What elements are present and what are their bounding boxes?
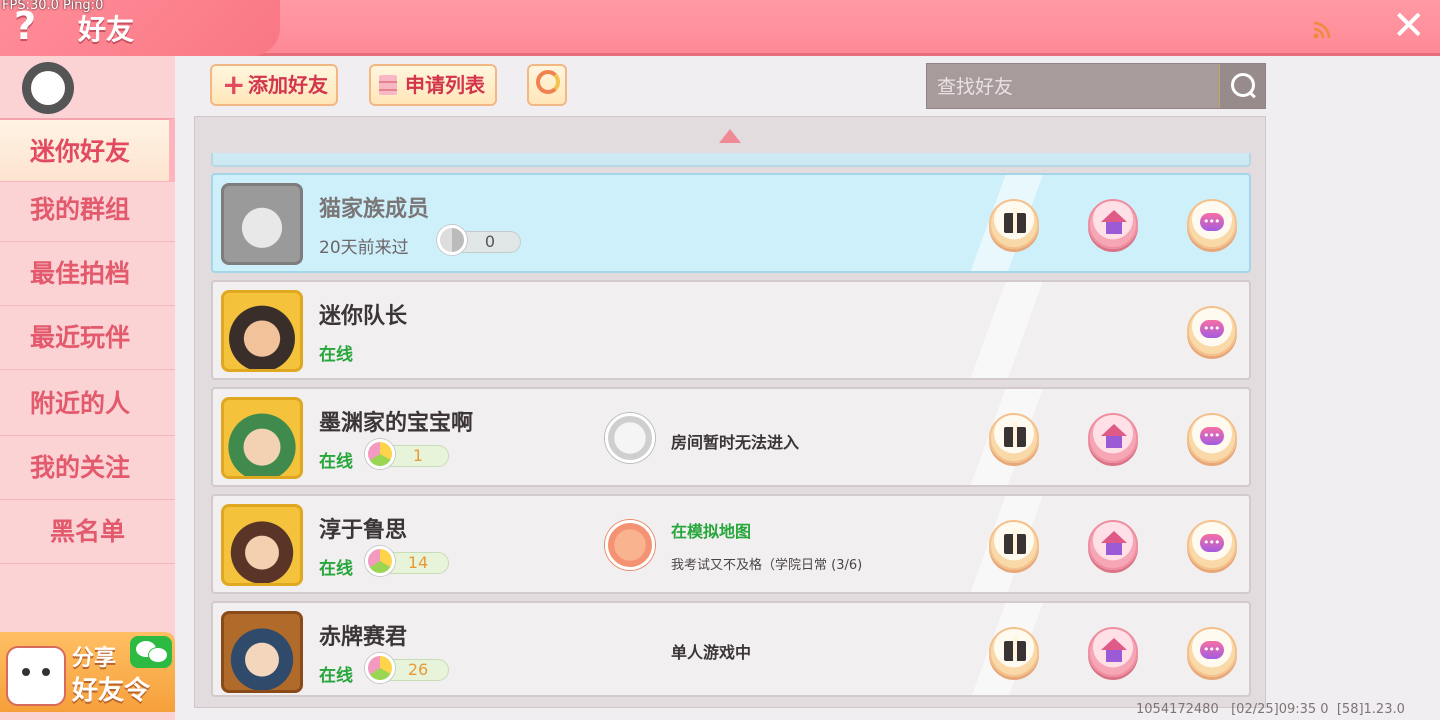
request-list-button[interactable]: 申请列表 (369, 64, 497, 106)
house-icon (1101, 638, 1127, 662)
level-badge-icon (365, 439, 395, 469)
chat-icon (1200, 641, 1224, 659)
chat-button[interactable] (1187, 306, 1237, 356)
page-title: 好友 (78, 13, 135, 46)
room-detail: 我考试又不及格（学院日常 (3/6) (671, 558, 863, 573)
chat-icon (1200, 427, 1224, 445)
share-friend-code-banner[interactable]: 分享 好友令 (0, 632, 175, 712)
gift-icon (1004, 636, 1026, 661)
room-status: 在模拟地图 (671, 522, 752, 541)
enter-room-icon[interactable] (605, 413, 655, 463)
row-decoration (931, 282, 1081, 378)
friend-list-panel[interactable]: 猫家族成员 20天前来过 0 迷你队长 在线 墨渊家的宝宝啊 在线 1 房间暂时… (194, 116, 1266, 708)
search-bar (926, 63, 1266, 109)
friend-name: 迷你队长 (319, 304, 408, 329)
friend-status: 在线 (319, 452, 353, 472)
build-info: 1054172480 [02/25]09:35 0 [58]1.23.0 (1136, 702, 1405, 717)
chat-button[interactable] (1187, 520, 1237, 570)
request-list-label: 申请列表 (405, 73, 485, 97)
friend-row[interactable]: 墨渊家的宝宝啊 在线 1 房间暂时无法进入 (211, 387, 1251, 487)
friend-avatar[interactable] (221, 183, 303, 265)
map-room-icon[interactable] (605, 520, 655, 570)
friend-code-label: 好友令 (72, 676, 151, 706)
header-bar: ? 好友 FPS:30.0 Ping:0 ✕ (0, 0, 1440, 56)
house-icon (1101, 531, 1127, 555)
add-friend-button[interactable]: + 添加好友 (210, 64, 338, 106)
friend-name: 淳于鲁思 (319, 518, 408, 543)
sidebar-item-following[interactable]: 我的关注 (0, 436, 175, 500)
list-icon (379, 75, 397, 95)
search-icon[interactable] (1219, 64, 1265, 108)
chat-icon (1200, 213, 1224, 231)
plus-icon: + (222, 68, 246, 101)
sidebar: 迷你好友 我的群组 最佳拍档 最近玩伴 附近的人 我的关注 黑名单 (0, 56, 175, 720)
friend-avatar[interactable] (221, 611, 303, 693)
refresh-icon (536, 70, 560, 94)
chat-icon (1200, 320, 1224, 338)
friend-name: 猫家族成员 (319, 197, 430, 222)
friend-name: 墨渊家的宝宝啊 (319, 411, 474, 436)
sidebar-item-nearby[interactable]: 附近的人 (0, 372, 175, 436)
room-status: 房间暂时无法进入 (671, 433, 800, 452)
friend-row[interactable]: 猫家族成员 20天前来过 0 (211, 173, 1251, 273)
visit-home-button[interactable] (1088, 520, 1138, 570)
sidebar-item-my-groups[interactable]: 我的群组 (0, 178, 175, 242)
add-friend-label: 添加好友 (248, 73, 328, 97)
friend-avatar[interactable] (221, 504, 303, 586)
friend-row[interactable]: 淳于鲁思 在线 14 在模拟地图 我考试又不及格（学院日常 (3/6) (211, 494, 1251, 594)
level-badge-icon (365, 653, 395, 683)
chat-button[interactable] (1187, 413, 1237, 463)
user-avatar[interactable] (22, 62, 74, 114)
gift-button[interactable] (989, 520, 1039, 570)
friend-avatar[interactable] (221, 397, 303, 479)
gift-button[interactable] (989, 413, 1039, 463)
friend-status: 在线 (319, 559, 353, 579)
sidebar-item-blacklist[interactable]: 黑名单 (0, 500, 175, 564)
sidebar-item-best-partners[interactable]: 最佳拍档 (0, 242, 175, 306)
gift-icon (1004, 422, 1026, 447)
friend-row[interactable]: 赤牌赛君 在线 26 单人游戏中 (211, 601, 1251, 697)
sidebar-item-recent-players[interactable]: 最近玩伴 (0, 306, 175, 370)
gift-button[interactable] (989, 199, 1039, 249)
close-icon[interactable]: ✕ (1392, 6, 1426, 46)
search-input[interactable] (935, 74, 1219, 100)
mascot-icon (6, 646, 66, 706)
sidebar-item-mini-friends[interactable]: 迷你好友 (0, 118, 175, 182)
chat-icon (1200, 534, 1224, 552)
friend-row[interactable]: 迷你队长 在线 (211, 280, 1251, 380)
gift-icon (1004, 529, 1026, 554)
visit-home-button[interactable] (1088, 199, 1138, 249)
signal-icon (1313, 21, 1331, 39)
friend-status: 在线 (319, 666, 353, 686)
share-label: 分享 (72, 646, 117, 671)
house-icon (1101, 424, 1127, 448)
level-badge-icon (365, 546, 395, 576)
friend-status: 在线 (319, 345, 353, 365)
friend-name: 赤牌赛君 (319, 625, 408, 650)
chat-button[interactable] (1187, 199, 1237, 249)
gift-button[interactable] (989, 627, 1039, 677)
chat-button[interactable] (1187, 627, 1237, 677)
room-status: 单人游戏中 (671, 643, 752, 662)
refresh-button[interactable] (527, 64, 567, 106)
wechat-icon (130, 636, 172, 668)
friend-avatar[interactable] (221, 290, 303, 372)
list-item-partial (211, 153, 1251, 167)
house-icon (1101, 210, 1127, 234)
friend-status: 20天前来过 (319, 238, 409, 258)
visit-home-button[interactable] (1088, 627, 1138, 677)
gift-icon (1004, 208, 1026, 233)
scroll-up-arrow-icon[interactable] (719, 129, 741, 143)
visit-home-button[interactable] (1088, 413, 1138, 463)
level-badge-icon (437, 225, 467, 255)
fps-ping-readout: FPS:30.0 Ping:0 (2, 0, 104, 13)
